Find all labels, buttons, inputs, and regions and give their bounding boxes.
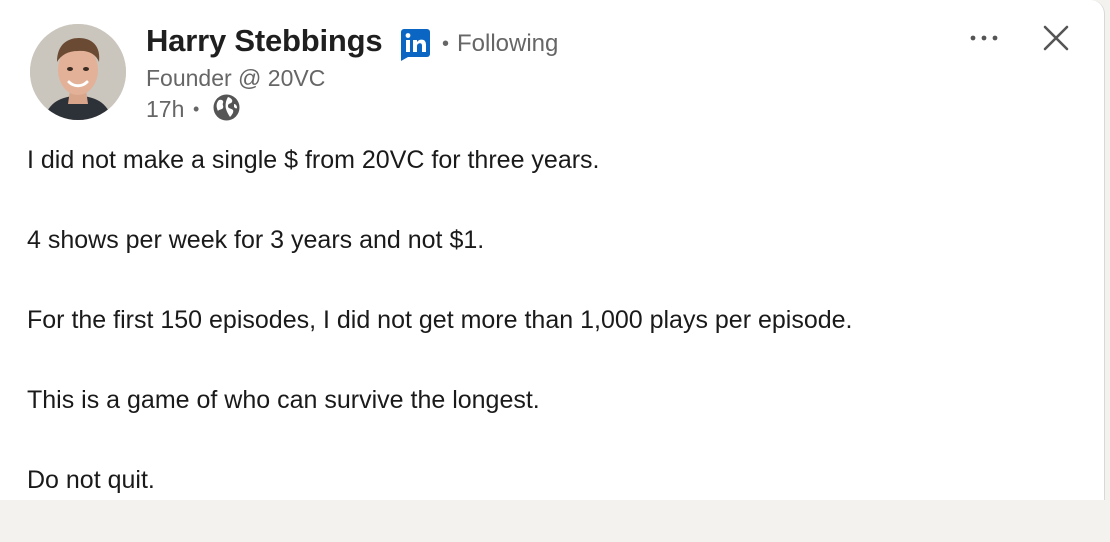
linkedin-icon <box>401 29 430 61</box>
follow-status[interactable]: Following <box>457 29 558 59</box>
close-icon <box>1043 25 1069 51</box>
more-horizontal-icon <box>970 35 998 41</box>
post-body: I did not make a single $ from 20VC for … <box>27 142 1077 542</box>
author-photo <box>30 24 126 120</box>
post-timestamp: 17h <box>146 96 185 122</box>
more-options-button[interactable] <box>962 22 1006 54</box>
author-headline: Founder @ 20VC <box>146 65 326 91</box>
meta-separator: • <box>193 99 200 119</box>
feed-post-card: Harry Stebbings • Following Founder @ 20… <box>0 0 1105 500</box>
globe-icon <box>211 92 242 123</box>
author-name[interactable]: Harry Stebbings <box>146 22 383 60</box>
follow-separator: • <box>442 33 450 55</box>
post-body-line: Do not quit. <box>27 466 155 494</box>
post-body-line: For the first 150 episodes, I did not ge… <box>27 306 853 334</box>
post-body-line: I did not make a single $ from 20VC for … <box>27 146 600 174</box>
post-body-line: 4 shows per week for 3 years and not $1. <box>27 226 485 254</box>
post-body-line: This is a game of who can survive the lo… <box>27 386 540 414</box>
close-button[interactable] <box>1036 18 1076 58</box>
author-avatar[interactable] <box>30 24 126 120</box>
